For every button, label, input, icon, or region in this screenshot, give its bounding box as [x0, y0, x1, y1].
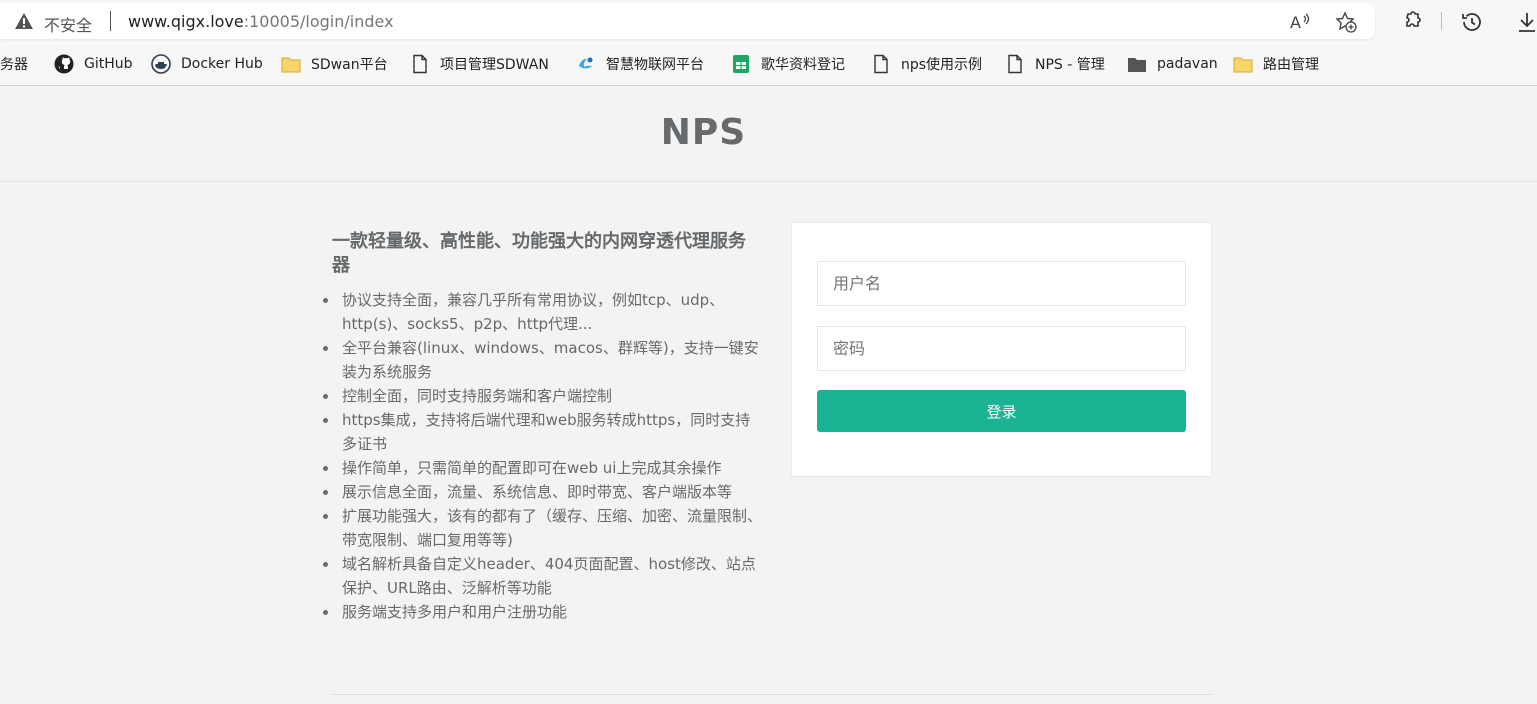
- site-logo: NPS: [660, 112, 747, 153]
- add-favorite-icon[interactable]: [1335, 11, 1357, 33]
- site-header: NPS: [0, 86, 1537, 182]
- feature-item: 操作简单，只需简单的配置即可在web ui上完成其余操作: [323, 456, 762, 480]
- bookmark-github[interactable]: GitHub: [54, 53, 133, 75]
- bookmark-label: 务器: [0, 57, 28, 73]
- docker-icon: [151, 54, 171, 74]
- iot-icon: [579, 57, 593, 69]
- bookmark-iot[interactable]: 智慧物联网平台: [576, 53, 704, 75]
- toolbar-separator: [1441, 12, 1442, 30]
- folder-dark-icon: [1128, 58, 1146, 72]
- downloads-icon[interactable]: [1515, 10, 1537, 34]
- url-text[interactable]: www.qigx.love:10005/login/index: [128, 12, 394, 31]
- feature-item: 全平台兼容(linux、windows、macos、群辉等)，支持一键安装为系统…: [323, 336, 762, 384]
- bookmark-gehua[interactable]: 歌华资料登记: [731, 53, 845, 75]
- footer-divider: [332, 694, 1212, 695]
- bookmark-label: 路由管理: [1263, 57, 1319, 73]
- bookmark-servers[interactable]: 务器: [0, 53, 28, 75]
- feature-list: 协议支持全面，兼容几乎所有常用协议，例如tcp、udp、http(s)、sock…: [323, 288, 762, 624]
- feature-item: 展示信息全面，流量、系统信息、即时带宽、客户端版本等: [323, 480, 762, 504]
- bookmark-project-sdwan[interactable]: 项目管理SDWAN: [410, 53, 549, 75]
- password-input[interactable]: [817, 326, 1186, 371]
- bookmark-padavan[interactable]: padavan: [1127, 53, 1218, 75]
- bookmark-router-admin[interactable]: 路由管理: [1233, 53, 1319, 75]
- github-icon: [54, 54, 74, 74]
- page-content: NPS 一款轻量级、高性能、功能强大的内网穿透代理服务器 协议支持全面，兼容几乎…: [0, 86, 1537, 704]
- bookmarks-bar: 务器 GitHub Docker Hub SDwan平台 项目管理SDWAN 智…: [0, 43, 1537, 86]
- sheets-icon: [733, 55, 749, 73]
- bookmark-label: GitHub: [84, 56, 133, 72]
- warning-icon[interactable]: [14, 12, 34, 30]
- feature-item: https集成，支持将后端代理和web服务转成https，同时支持多证书: [323, 408, 762, 456]
- bookmark-label: SDwan平台: [311, 57, 388, 73]
- login-form: 登录: [791, 222, 1212, 477]
- page-icon: [874, 54, 888, 74]
- bookmark-docker-hub[interactable]: Docker Hub: [151, 53, 263, 75]
- svg-text:A: A: [1290, 13, 1301, 32]
- url-host: www.qigx.love: [128, 12, 244, 31]
- feature-item: 服务端支持多用户和用户注册功能: [323, 600, 762, 624]
- feature-item: 控制全面，同时支持服务端和客户端控制: [323, 384, 762, 408]
- security-label[interactable]: 不安全: [44, 12, 92, 36]
- bookmark-nps-example[interactable]: nps使用示例: [871, 53, 982, 75]
- bookmark-label: padavan: [1157, 56, 1218, 72]
- bookmark-sdwan[interactable]: SDwan平台: [281, 53, 388, 75]
- bookmark-label: 项目管理SDWAN: [440, 57, 549, 73]
- username-input[interactable]: [817, 261, 1186, 306]
- feature-item: 扩展功能强大，该有的都有了（缓存、压缩、加密、流量限制、带宽限制、端口复用等等): [323, 504, 762, 552]
- extensions-icon[interactable]: [1399, 10, 1423, 34]
- bookmark-nps-admin[interactable]: NPS - 管理: [1005, 53, 1105, 75]
- feature-item: 协议支持全面，兼容几乎所有常用协议，例如tcp、udp、http(s)、sock…: [323, 288, 762, 336]
- browser-address-bar: 不安全 www.qigx.love:10005/login/index A: [0, 0, 1537, 43]
- url-path: :10005/login/index: [243, 12, 394, 31]
- bookmark-label: NPS - 管理: [1035, 57, 1105, 73]
- read-aloud-icon[interactable]: A: [1290, 11, 1312, 33]
- url-field[interactable]: 不安全 www.qigx.love:10005/login/index A: [0, 3, 1375, 39]
- feature-item: 域名解析具备自定义header、404页面配置、host修改、站点保护、URL路…: [323, 552, 762, 600]
- intro-title: 一款轻量级、高性能、功能强大的内网穿透代理服务器: [332, 231, 746, 276]
- page-icon: [413, 54, 427, 74]
- intro-section: 一款轻量级、高性能、功能强大的内网穿透代理服务器 协议支持全面，兼容几乎所有常用…: [323, 230, 762, 624]
- folder-icon: [1233, 57, 1253, 73]
- page-icon: [1008, 54, 1022, 74]
- history-icon[interactable]: [1460, 10, 1484, 34]
- bookmark-label: Docker Hub: [181, 56, 263, 72]
- address-separator: [110, 11, 111, 31]
- bookmark-label: 歌华资料登记: [761, 57, 845, 73]
- login-button[interactable]: 登录: [817, 390, 1186, 432]
- bookmark-label: nps使用示例: [901, 57, 983, 73]
- folder-icon: [281, 57, 301, 73]
- bookmark-label: 智慧物联网平台: [606, 57, 704, 73]
